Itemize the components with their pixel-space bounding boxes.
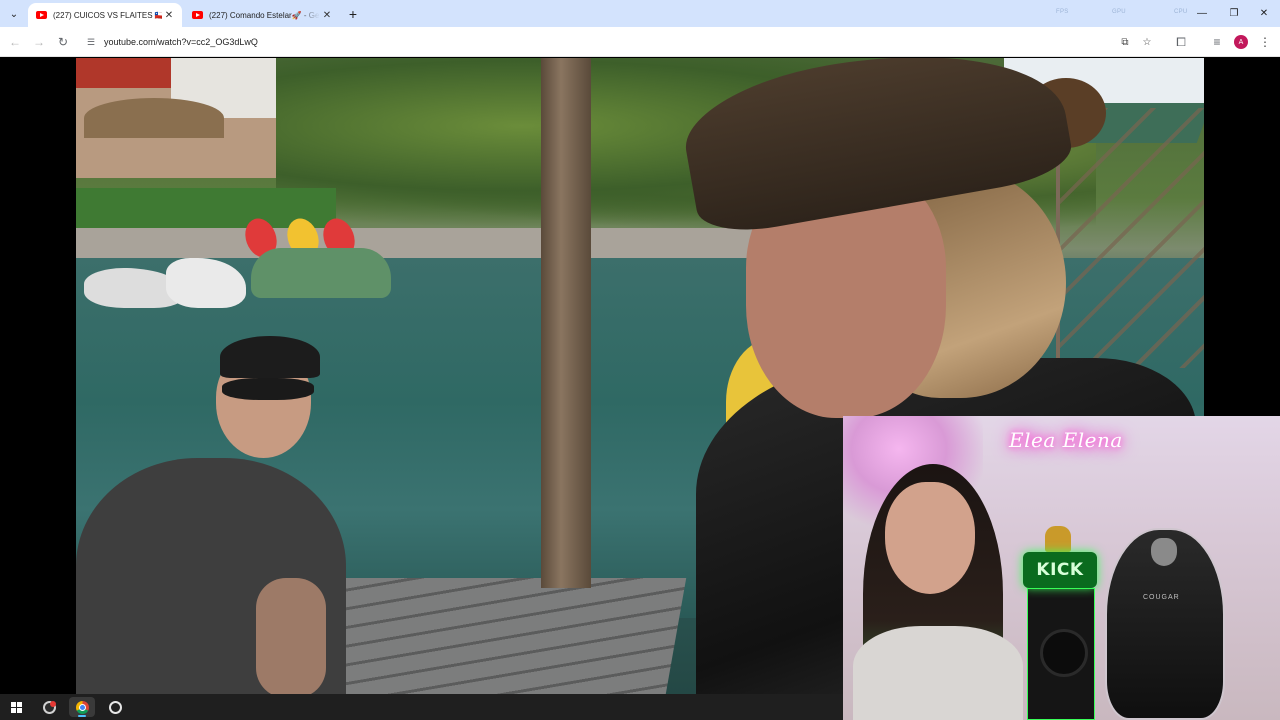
restore-icon: ❐ bbox=[1229, 7, 1239, 19]
taskbar-obs[interactable] bbox=[102, 697, 128, 717]
kick-logo: KICK bbox=[1023, 552, 1097, 588]
arrow-right-icon: → bbox=[33, 35, 45, 49]
address-bar[interactable]: ☰ youtube.com/watch?v=cc2_OG3dLwQ ⧉ ☆ bbox=[78, 31, 1168, 53]
close-window-button[interactable]: ✕ bbox=[1252, 4, 1276, 22]
video-wooden-dock bbox=[295, 578, 687, 694]
gpu-monitor: GPU bbox=[1112, 9, 1126, 15]
media-control-button[interactable]: ≡ bbox=[1208, 33, 1226, 51]
windows-taskbar bbox=[0, 694, 843, 720]
close-icon[interactable]: ✕ bbox=[162, 8, 176, 22]
trophy-icon bbox=[1045, 526, 1071, 552]
video-thatched-umbrella bbox=[84, 98, 224, 138]
minimize-button[interactable]: — bbox=[1190, 4, 1214, 22]
tab-title: (227) Comando Estelar🚀 - Ge bbox=[209, 10, 320, 20]
chair-brand-label: COUGAR bbox=[1143, 594, 1180, 601]
minimize-icon: — bbox=[1197, 7, 1207, 19]
cougar-logo-icon bbox=[1151, 538, 1177, 566]
cpu-monitor: CPU bbox=[1174, 9, 1188, 15]
video-seawall bbox=[76, 228, 756, 260]
close-icon[interactable]: ✕ bbox=[320, 8, 334, 22]
profile-avatar[interactable]: A bbox=[1234, 35, 1248, 49]
speaker bbox=[1027, 588, 1095, 720]
youtube-favicon-icon bbox=[192, 11, 203, 19]
video-man-left bbox=[76, 336, 346, 694]
chrome-icon bbox=[75, 700, 89, 714]
taskbar-recorder[interactable] bbox=[36, 697, 62, 717]
tab-title: (227) CUICOS VS FLAITES 🇨🇱 💻 bbox=[53, 10, 162, 20]
start-button[interactable] bbox=[3, 697, 29, 717]
video-green-float bbox=[251, 248, 391, 298]
tab-search-button[interactable]: ⌄ bbox=[4, 4, 24, 24]
reload-icon: ↻ bbox=[57, 35, 69, 49]
extensions-button[interactable]: ⧠ bbox=[1172, 33, 1190, 51]
new-tab-button[interactable]: + bbox=[344, 5, 362, 23]
video-house-roof bbox=[76, 58, 176, 88]
forward-button[interactable]: → bbox=[30, 33, 48, 51]
browser-menu-button[interactable]: ⋮ bbox=[1258, 34, 1272, 50]
tab-cuicos-vs-flaites[interactable]: (227) CUICOS VS FLAITES 🇨🇱 💻 ✕ bbox=[28, 3, 182, 27]
puzzle-icon: ⧠ bbox=[1176, 34, 1186, 49]
obs-icon bbox=[108, 700, 122, 714]
youtube-favicon-icon bbox=[36, 11, 47, 19]
streamer-webcam-overlay: Elea Elena COUGAR KICK bbox=[843, 416, 1280, 720]
video-wooden-pole bbox=[541, 58, 591, 588]
taskbar-chrome[interactable] bbox=[69, 697, 95, 717]
windows-logo-icon bbox=[10, 701, 22, 713]
bookmark-star-icon[interactable]: ☆ bbox=[1140, 35, 1154, 49]
chevron-down-icon: ⌄ bbox=[9, 8, 19, 20]
back-button[interactable]: ← bbox=[6, 33, 24, 51]
browser-toolbar: ← → ↻ ☰ youtube.com/watch?v=cc2_OG3dLwQ … bbox=[0, 27, 1280, 57]
tab-comando-estelar[interactable]: (227) Comando Estelar🚀 - Ge ✕ bbox=[184, 3, 340, 27]
streamer bbox=[843, 456, 1033, 720]
webcam-neon-sign: Elea Elena bbox=[1009, 428, 1123, 452]
more-vert-icon: ⋮ bbox=[1259, 35, 1271, 49]
cast-icon[interactable]: ⧉ bbox=[1118, 35, 1132, 49]
fps-monitor: FPS bbox=[1056, 9, 1069, 15]
url-text[interactable]: youtube.com/watch?v=cc2_OG3dLwQ bbox=[104, 37, 258, 47]
playlist-icon: ≡ bbox=[1213, 35, 1221, 49]
site-info-icon[interactable]: ☰ bbox=[84, 35, 98, 49]
recorder-icon bbox=[42, 700, 56, 714]
close-icon: ✕ bbox=[1259, 7, 1269, 19]
restore-button[interactable]: ❐ bbox=[1222, 4, 1246, 22]
reload-button[interactable]: ↻ bbox=[54, 33, 72, 51]
arrow-left-icon: ← bbox=[9, 35, 21, 49]
browser-tabstrip: ⌄ (227) CUICOS VS FLAITES 🇨🇱 💻 ✕ (227) C… bbox=[0, 0, 1280, 27]
